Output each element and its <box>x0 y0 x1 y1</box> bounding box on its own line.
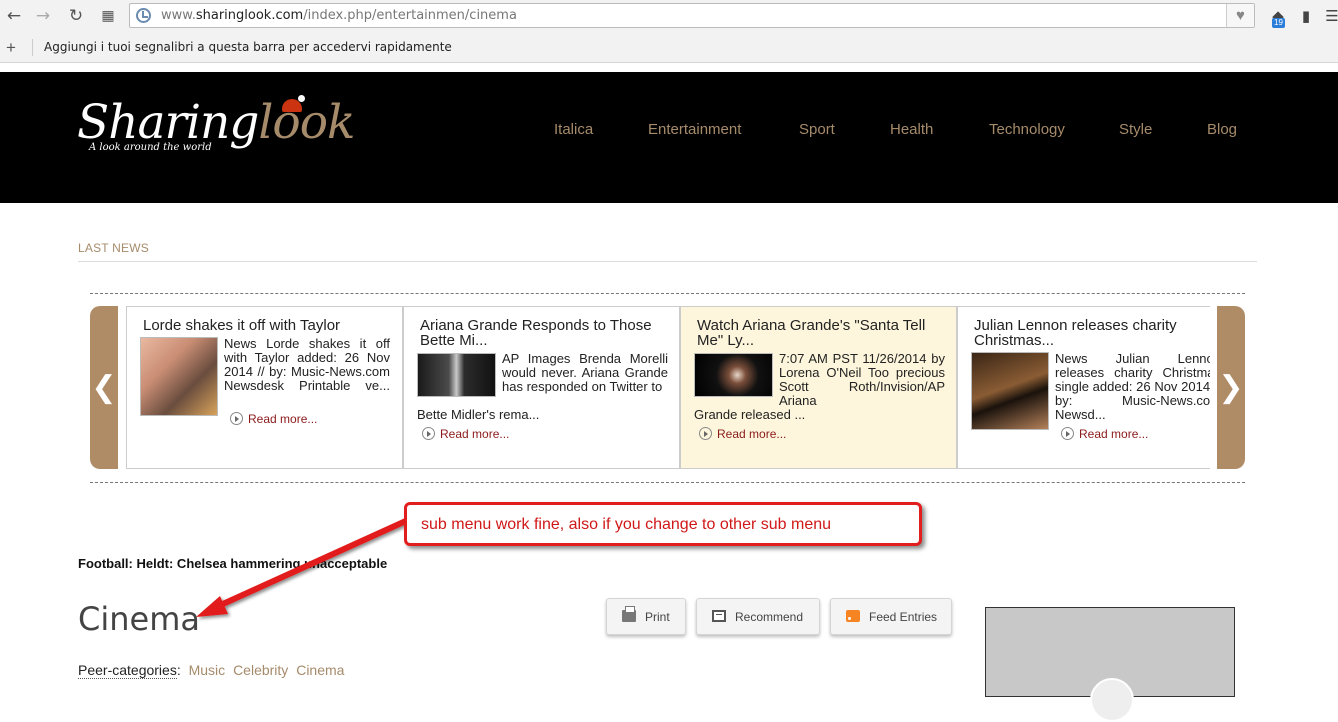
rss-icon <box>846 610 860 622</box>
news-thumbnail[interactable] <box>417 353 496 397</box>
logo-tagline: A look around the world <box>89 142 212 153</box>
site-logo[interactable]: Sharinglook A look around the world <box>77 95 357 159</box>
back-icon[interactable]: ← <box>4 6 24 26</box>
peer-category-cinema[interactable]: Cinema <box>296 662 344 678</box>
browser-toolbar: ← → ↻ ▦ www.sharinglook.com/index.php/en… <box>0 0 1338 32</box>
carousel-prev-button[interactable]: ❮ <box>90 306 118 469</box>
peer-category-celebrity[interactable]: Celebrity <box>233 662 288 678</box>
news-thumbnail[interactable] <box>694 353 773 397</box>
divider <box>78 261 1257 262</box>
news-card[interactable]: Watch Ariana Grande's "Santa Tell Me" Ly… <box>680 306 957 469</box>
last-news-label: LAST NEWS <box>78 241 149 255</box>
nav-blog[interactable]: Blog <box>1207 121 1237 138</box>
news-thumbnail[interactable] <box>140 337 218 416</box>
read-more-link[interactable]: Read more... <box>1061 427 1148 441</box>
email-icon <box>712 610 726 622</box>
read-more-link[interactable]: Read more... <box>699 427 786 441</box>
santa-hat-icon <box>282 95 305 112</box>
feed-entries-button[interactable]: Feed Entries <box>830 598 952 635</box>
peer-categories: Peer-categories: Music Celebrity Cinema <box>78 662 345 679</box>
nav-technology[interactable]: Technology <box>989 121 1065 138</box>
dashed-divider <box>90 482 1245 483</box>
bookmarks-bar: + Aggiungi i tuoi segnalibri a questa ba… <box>0 32 1338 63</box>
news-card-title[interactable]: Ariana Grande Responds to Those Bette Mi… <box>420 318 670 348</box>
read-more-link[interactable]: Read more... <box>422 427 509 441</box>
print-button[interactable]: Print <box>606 598 686 635</box>
bookmarks-separator <box>32 39 33 56</box>
news-card-excerpt: News Lorde shakes it off with Taylor add… <box>224 336 390 393</box>
news-ticker[interactable]: Football: Heldt: Chelsea hammering unacc… <box>78 556 387 571</box>
annotation-text: sub menu work fine, also if you change t… <box>421 516 832 533</box>
address-bar[interactable]: www.sharinglook.com/index.php/entertainm… <box>129 3 1255 28</box>
play-circle-icon <box>230 412 243 425</box>
play-circle-icon <box>1061 427 1074 440</box>
sidebar-media-placeholder[interactable] <box>985 607 1235 722</box>
peer-categories-label: Peer-categories <box>78 662 177 679</box>
news-card-title[interactable]: Lorde shakes it off with Taylor <box>143 318 393 333</box>
news-card-excerpt-tail: Grande released ... <box>694 407 806 422</box>
news-thumbnail[interactable] <box>971 352 1049 430</box>
dashed-divider <box>90 293 1245 294</box>
nav-health[interactable]: Health <box>890 121 933 138</box>
news-card[interactable]: Lorde shakes it off with Taylor News Lor… <box>126 306 403 469</box>
apps-icon[interactable]: ▦ <box>98 6 118 26</box>
news-card-excerpt-tail: Bette Midler's rema... <box>417 407 540 422</box>
bookmark-icon[interactable]: ▮ <box>1296 6 1316 26</box>
carousel-next-button[interactable]: ❯ <box>1217 306 1245 469</box>
news-card-title[interactable]: Watch Ariana Grande's "Santa Tell Me" Ly… <box>697 318 947 348</box>
play-circle-icon <box>699 427 712 440</box>
nav-style[interactable]: Style <box>1119 121 1152 138</box>
forward-icon[interactable]: → <box>33 6 53 26</box>
menu-icon[interactable]: ☰ <box>1322 6 1338 26</box>
play-button-icon[interactable] <box>1090 678 1134 722</box>
news-card-excerpt: AP Images Brenda Morelli would never. Ar… <box>502 351 668 394</box>
page-title: Cinema <box>78 600 200 638</box>
url-text[interactable]: www.sharinglook.com/index.php/entertainm… <box>161 8 517 23</box>
nav-entertainment[interactable]: Entertainment <box>648 121 741 138</box>
nav-sport[interactable]: Sport <box>799 121 835 138</box>
news-card[interactable]: Ariana Grande Responds to Those Bette Mi… <box>403 306 680 469</box>
news-card-excerpt: 7:07 AM PST 11/26/2014 by Lorena O'Neil … <box>779 351 945 408</box>
peer-category-music[interactable]: Music <box>189 662 226 678</box>
printer-icon <box>622 606 636 622</box>
read-more-link[interactable]: Read more... <box>230 412 317 426</box>
play-circle-icon <box>422 427 435 440</box>
site-header: Sharinglook A look around the world Ital… <box>0 72 1338 203</box>
recommend-button[interactable]: Recommend <box>696 598 820 635</box>
page-info-icon[interactable] <box>136 8 151 23</box>
reload-icon[interactable]: ↻ <box>66 6 86 26</box>
news-card-excerpt: News Julian Lennon releases charity Chri… <box>1055 351 1210 422</box>
annotation-callout: sub menu work fine, also if you change t… <box>404 502 922 546</box>
add-bookmark-icon[interactable]: + <box>6 38 16 58</box>
news-card[interactable]: Julian Lennon releases charity Christmas… <box>957 306 1210 469</box>
news-carousel: Lorde shakes it off with Taylor News Lor… <box>118 306 1210 469</box>
bookmarks-hint: Aggiungi i tuoi segnalibri a questa barr… <box>44 40 452 54</box>
nav-italica[interactable]: Italica <box>554 121 593 138</box>
news-card-title[interactable]: Julian Lennon releases charity Christmas… <box>974 318 1210 348</box>
heart-icon[interactable]: ♥ <box>1226 4 1254 27</box>
extension-badge: 19 <box>1272 18 1285 28</box>
